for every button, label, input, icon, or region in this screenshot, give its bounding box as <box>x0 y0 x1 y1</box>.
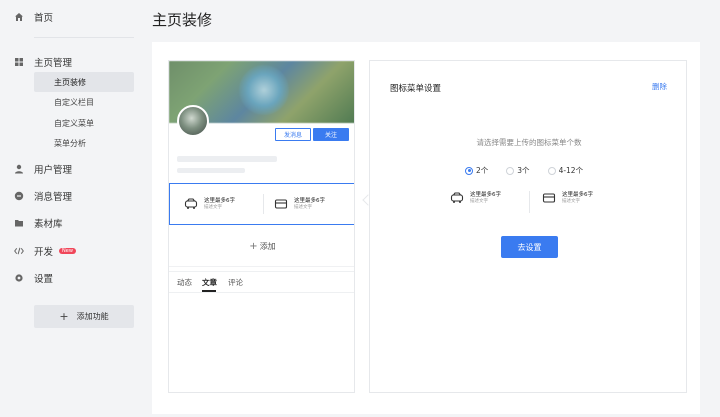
message-icon <box>14 191 24 201</box>
add-function-button[interactable]: + 添加功能 <box>34 305 134 328</box>
user-icon <box>14 164 24 174</box>
radio-unselected-icon <box>506 166 515 175</box>
menu-item-title: 这里最多6字 <box>294 198 325 204</box>
nav-home-label: 首页 <box>34 13 54 24</box>
nav-sub-custom-menu[interactable]: 自定义菜单 <box>34 113 134 133</box>
settings-title: 图标菜单设置 <box>390 84 442 94</box>
icon-menu-settings-panel: 图标菜单设置 删除 请选择需要上传的图标菜单个数 2个 3个 4-12个 这里最… <box>369 60 687 393</box>
nav-homepage-mgmt-label: 主页管理 <box>34 58 73 69</box>
home-icon <box>14 12 24 22</box>
preview-item-sub: 描述文字 <box>562 199 580 204</box>
nav-sub-homepage-decor[interactable]: 主页装修 <box>34 72 134 92</box>
content-tabs: 动态 文章 评论 <box>169 271 354 293</box>
page-title: 主页装修 <box>152 11 213 29</box>
sidebar-divider <box>34 37 134 38</box>
sidebar: 首页 主页管理 主页装修 自定义栏目 自定义菜单 菜单分析 用户管理 消息管理 … <box>0 0 140 417</box>
preview-item-sub: 描述文字 <box>470 199 488 204</box>
radio-option-2[interactable]: 2个 <box>465 165 488 176</box>
settings-preview-item: 这里最多6字 描述文字 <box>450 191 501 205</box>
preview-item-title: 这里最多6字 <box>470 192 501 198</box>
folder-icon <box>14 218 24 228</box>
nav-settings[interactable]: 设置 <box>15 271 54 285</box>
count-radio-group: 2个 3个 4-12个 <box>465 165 601 176</box>
nav-msg-mgmt[interactable]: 消息管理 <box>14 189 73 203</box>
follow-button[interactable]: 关注 <box>313 128 349 141</box>
nav-material-label: 素材库 <box>34 219 63 230</box>
nav-user-mgmt-label: 用户管理 <box>34 165 73 176</box>
new-badge: New <box>59 248 76 254</box>
icon-menu-selected[interactable]: 这里最多6字 描述文字 这里最多6字 描述文字 <box>169 183 354 225</box>
menu-item-title: 这里最多6字 <box>204 198 235 204</box>
add-module-label: 添加 <box>259 242 276 251</box>
car-icon <box>184 198 198 210</box>
radio-unselected-icon <box>547 166 556 175</box>
menu-divider <box>263 194 264 214</box>
add-module-button[interactable]: + 添加 <box>169 227 354 267</box>
nav-msg-mgmt-label: 消息管理 <box>34 192 73 203</box>
avatar <box>177 105 209 137</box>
phone-preview: 发消息 关注 这里最多6字 描述文字 这里最多6字 描述文字 + 添加 动态 文… <box>168 60 355 393</box>
plus-icon: + <box>249 241 258 252</box>
tab-dynamic[interactable]: 动态 <box>177 277 192 288</box>
radio-option-4-12[interactable]: 4-12个 <box>547 165 584 176</box>
grid-icon <box>14 57 24 67</box>
radio-label: 3个 <box>517 166 530 175</box>
nav-user-mgmt[interactable]: 用户管理 <box>15 162 73 176</box>
card-icon <box>274 198 288 210</box>
settings-prompt: 请选择需要上传的图标菜单个数 <box>476 138 582 147</box>
radio-selected-icon <box>465 166 473 175</box>
radio-label: 4-12个 <box>558 166 584 175</box>
nav-sub-menu-analysis[interactable]: 菜单分析 <box>34 133 134 153</box>
nav-develop[interactable]: 开发 New <box>14 244 76 258</box>
nav-material[interactable]: 素材库 <box>15 216 63 230</box>
radio-option-3[interactable]: 3个 <box>506 165 530 176</box>
gear-icon <box>14 273 24 283</box>
add-function-label: 添加功能 <box>76 312 109 321</box>
radio-label: 2个 <box>476 166 489 175</box>
tab-comments[interactable]: 评论 <box>228 277 243 288</box>
go-settings-button[interactable]: 去设置 <box>501 236 558 258</box>
preview-divider <box>529 191 530 213</box>
active-tab-underline <box>202 290 216 292</box>
menu-item[interactable]: 这里最多6字 描述文字 <box>274 192 325 216</box>
profile-desc-placeholder <box>177 168 245 173</box>
nav-home[interactable]: 首页 <box>15 10 54 24</box>
code-icon <box>14 246 24 256</box>
car-icon <box>450 192 464 204</box>
tab-articles[interactable]: 文章 <box>202 277 217 288</box>
nav-settings-label: 设置 <box>34 274 54 285</box>
nav-develop-label: 开发 <box>34 247 54 258</box>
menu-item[interactable]: 这里最多6字 描述文字 <box>184 192 235 216</box>
cover-highlight <box>239 65 289 115</box>
nav-sub-custom-column[interactable]: 自定义栏目 <box>34 92 134 112</box>
menu-item-sub: 描述文字 <box>204 205 222 210</box>
nav-homepage-mgmt[interactable]: 主页管理 <box>15 55 73 69</box>
preview-item-title: 这里最多6字 <box>562 192 593 198</box>
menu-item-sub: 描述文字 <box>294 205 312 210</box>
card-icon <box>542 192 556 204</box>
settings-preview-item: 这里最多6字 描述文字 <box>542 191 593 205</box>
plus-icon: + <box>59 310 69 323</box>
send-message-button[interactable]: 发消息 <box>275 128 311 141</box>
delete-link[interactable]: 删除 <box>652 81 667 92</box>
profile-name-placeholder <box>177 156 277 162</box>
